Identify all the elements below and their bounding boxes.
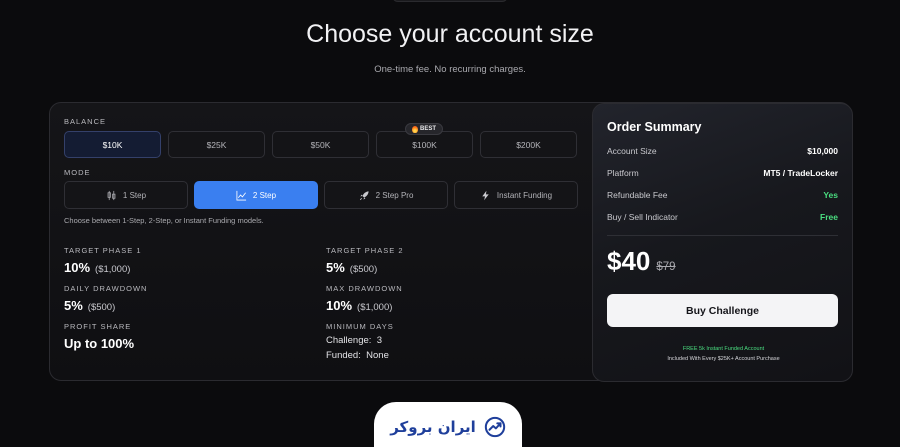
price-current: $40 (607, 246, 651, 276)
top-tab (392, 0, 508, 2)
stat-value: 5% ($500) (64, 298, 147, 313)
summary-row-platform: Platform MT5 / TradeLocker (607, 168, 838, 178)
page-title: Choose your account size (306, 20, 594, 48)
summary-key: Refundable Fee (607, 190, 668, 200)
stat-label: MINIMUM DAYS (326, 322, 394, 331)
mode-option-2-step[interactable]: 2 Step (194, 181, 318, 209)
balance-option-10k[interactable]: $10K (64, 131, 161, 158)
stat-value: 10% ($1,000) (326, 298, 403, 313)
summary-row-account-size: Account Size $10,000 (607, 146, 838, 156)
stat-value-sub: ($500) (87, 302, 116, 313)
stat-line-funded: Funded: None (326, 350, 389, 361)
price: $40 $79 (607, 246, 676, 277)
stat-value-main: 10% (64, 260, 91, 275)
summary-value: MT5 / TradeLocker (763, 168, 838, 178)
stat-value-sub: ($1,000) (95, 264, 131, 275)
balance-option-50k[interactable]: $50K (272, 131, 369, 158)
brand-watermark: ایران بروکر (374, 402, 522, 447)
summary-divider (607, 235, 838, 236)
summary-key: Platform (607, 168, 639, 178)
balance-option-100k[interactable]: $100K (376, 131, 473, 158)
brand-name: ایران بروکر (390, 418, 476, 436)
line-chart-icon (236, 190, 247, 200)
mode-option-label: 1 Step (122, 190, 147, 200)
stat-label: MAX DRAWDOWN (326, 284, 403, 293)
stat-value: Up to 100% (64, 336, 135, 351)
mode-help-text: Choose between 1-Step, 2-Step, or Instan… (64, 216, 264, 225)
mode-label: MODE (64, 168, 91, 177)
balance-option-200k[interactable]: $200K (480, 131, 577, 158)
stat-max-drawdown: MAX DRAWDOWN 10% ($1,000) (326, 284, 403, 313)
promo-line-2: Included With Every $25K+ Account Purcha… (667, 356, 780, 362)
price-original: $79 (656, 261, 676, 273)
stat-value: 5% ($500) (326, 260, 404, 275)
stat-daily-drawdown: DAILY DRAWDOWN 5% ($500) (64, 284, 147, 313)
stat-value-main: 10% (326, 298, 353, 313)
mode-option-1-step[interactable]: 1 Step (64, 181, 188, 209)
stat-value-main: 5% (326, 260, 345, 275)
stat-line-challenge: Challenge: 3 (326, 335, 382, 346)
balance-option-25k[interactable]: $25K (168, 131, 265, 158)
stat-label: PROFIT SHARE (64, 322, 132, 331)
summary-row-refundable-fee: Refundable Fee Yes (607, 190, 838, 200)
mode-option-label: Instant Funding (496, 190, 553, 200)
best-badge-label: BEST (419, 126, 436, 132)
fire-icon (411, 125, 418, 133)
stat-label: TARGET PHASE 2 (326, 246, 404, 255)
mode-option-instant-funding[interactable]: Instant Funding (454, 181, 578, 209)
stat-label: TARGET PHASE 1 (64, 246, 142, 255)
order-summary-title: Order Summary (607, 120, 702, 134)
summary-key: Buy / Sell Indicator (607, 212, 678, 222)
summary-value: Yes (823, 190, 838, 200)
stat-target-phase-2: TARGET PHASE 2 5% ($500) (326, 246, 404, 275)
summary-row-indicator: Buy / Sell Indicator Free (607, 212, 838, 222)
stat-value-main: 5% (64, 298, 83, 313)
buy-challenge-button[interactable]: Buy Challenge (607, 294, 838, 327)
stat-minimum-days: MINIMUM DAYS Challenge: 3 Funded: None (326, 322, 394, 361)
order-summary: Order Summary Account Size $10,000 Platf… (592, 103, 853, 382)
promo-line-1: FREE 5k Instant Funded Account (682, 346, 765, 352)
mode-option-2-step-pro[interactable]: 2 Step Pro (324, 181, 448, 209)
mode-option-label: 2 Step Pro (375, 190, 414, 200)
stat-profit-share: PROFIT SHARE Up to 100% (64, 322, 134, 351)
summary-value: $10,000 (807, 146, 838, 156)
balance-label: BALANCE (64, 117, 107, 126)
brand-logo-icon (484, 416, 505, 438)
stat-value-sub: ($1,000) (357, 302, 393, 313)
best-badge: BEST (405, 123, 443, 135)
account-config-panel: BALANCE $10K $25K $50K $100K $200K BEST … (49, 102, 853, 382)
page-subtitle: One-time fee. No recurring charges. (374, 64, 526, 75)
rocket-icon (359, 190, 369, 200)
stat-label: DAILY DRAWDOWN (64, 284, 148, 293)
stat-value-sub: ($500) (349, 264, 378, 275)
stat-value: 10% ($1,000) (64, 260, 142, 275)
lightning-icon (482, 190, 489, 200)
stat-target-phase-1: TARGET PHASE 1 10% ($1,000) (64, 246, 142, 275)
candlestick-icon (107, 190, 116, 200)
summary-value: Free (820, 212, 838, 222)
summary-key: Account Size (607, 146, 657, 156)
mode-option-label: 2 Step (252, 190, 277, 200)
